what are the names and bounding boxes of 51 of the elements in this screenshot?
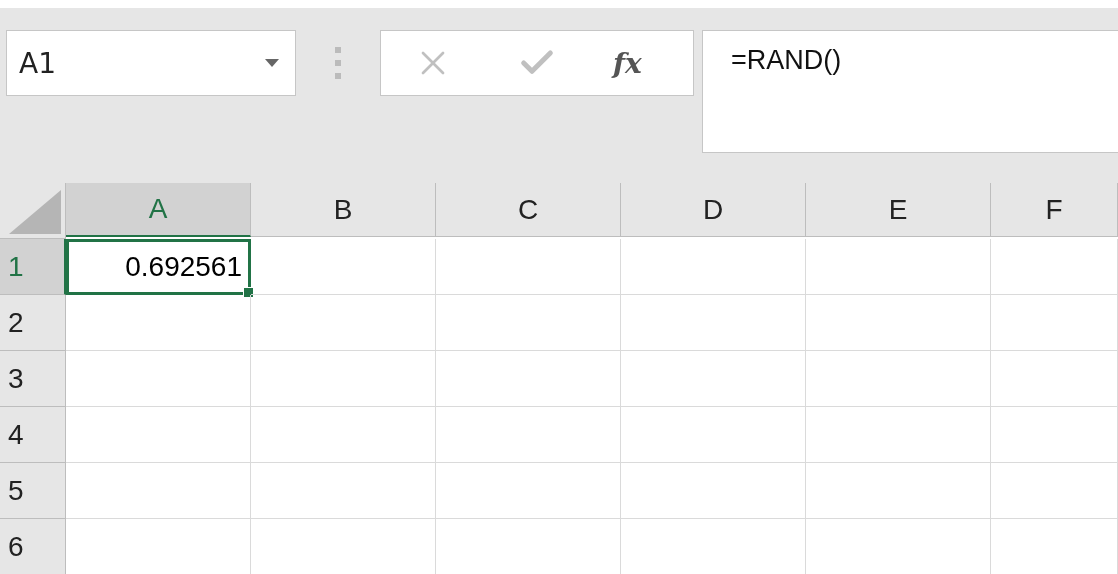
insert-function-button[interactable]: fx <box>613 46 642 80</box>
table-cell[interactable] <box>251 463 436 519</box>
row-header[interactable]: 6 <box>0 519 66 574</box>
table-cell[interactable] <box>251 295 436 351</box>
table-cell[interactable] <box>806 463 991 519</box>
table-cell[interactable] <box>991 463 1118 519</box>
name-box-value: A1 <box>19 46 56 80</box>
table-cell[interactable] <box>251 351 436 407</box>
table-cell[interactable] <box>66 295 251 351</box>
table-cell[interactable] <box>621 239 806 295</box>
table-cell[interactable] <box>991 407 1118 463</box>
table-cell[interactable] <box>621 295 806 351</box>
row-header[interactable]: 3 <box>0 351 66 407</box>
table-cell[interactable] <box>806 351 991 407</box>
table-cell[interactable] <box>621 407 806 463</box>
column-header[interactable]: A <box>66 183 251 237</box>
row-header[interactable]: 4 <box>0 407 66 463</box>
formula-text: =RAND() <box>731 45 842 75</box>
table-cell[interactable] <box>251 407 436 463</box>
row-header[interactable]: 1 <box>0 239 66 295</box>
table-cell[interactable] <box>436 295 621 351</box>
fill-handle[interactable] <box>243 287 254 298</box>
table-cell[interactable] <box>436 351 621 407</box>
formula-field[interactable]: =RAND() <box>702 30 1118 153</box>
table-cell[interactable] <box>251 239 436 295</box>
select-all-button[interactable] <box>0 183 66 239</box>
caret-icon[interactable] <box>265 59 279 67</box>
table-cell[interactable] <box>66 407 251 463</box>
column-header[interactable]: E <box>806 183 991 237</box>
table-cell[interactable] <box>621 463 806 519</box>
table-cell[interactable] <box>66 351 251 407</box>
column-header[interactable]: F <box>991 183 1118 237</box>
table-cell[interactable] <box>436 463 621 519</box>
table-cell[interactable] <box>991 295 1118 351</box>
column-header[interactable]: C <box>436 183 621 237</box>
table-cell[interactable]: 0.692561 <box>66 239 251 295</box>
column-header[interactable]: B <box>251 183 436 237</box>
row-header[interactable]: 5 <box>0 463 66 519</box>
table-cell[interactable] <box>991 351 1118 407</box>
table-cell[interactable] <box>66 463 251 519</box>
column-header[interactable]: D <box>621 183 806 237</box>
name-box[interactable]: A1 <box>6 30 296 96</box>
row-header[interactable]: 2 <box>0 295 66 351</box>
grip-icon <box>334 47 342 79</box>
table-cell[interactable] <box>991 239 1118 295</box>
table-cell[interactable] <box>436 407 621 463</box>
table-cell[interactable] <box>806 239 991 295</box>
table-cell[interactable] <box>806 295 991 351</box>
table-cell[interactable] <box>806 407 991 463</box>
table-cell[interactable] <box>621 351 806 407</box>
table-cell[interactable] <box>436 239 621 295</box>
